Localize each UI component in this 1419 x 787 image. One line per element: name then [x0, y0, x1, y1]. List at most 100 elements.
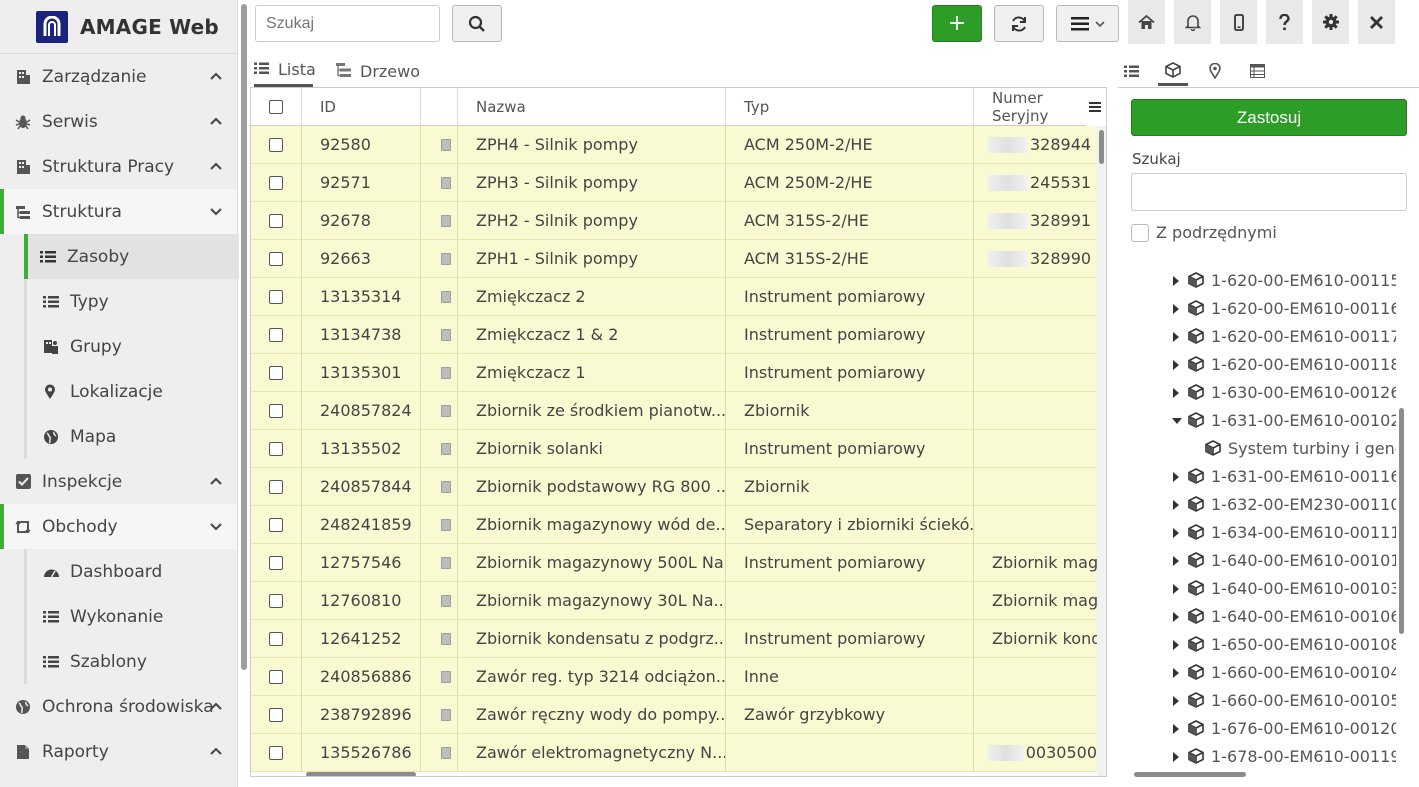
tree-node[interactable]: 1-620-00-EM610-00116 IN	[1120, 295, 1396, 323]
document-icon[interactable]	[441, 556, 451, 569]
table-row[interactable]: 240857844 Zbiornik podstawowy RG 800 ... Z…	[251, 468, 1097, 506]
column-header-id[interactable]: ID	[302, 88, 421, 126]
nav-ochrona-srodowiska[interactable]: Ochrona środowiska	[0, 684, 237, 729]
row-checkbox[interactable]	[269, 289, 283, 304]
tree-node[interactable]: 1-631-00-EM610-00116 K	[1120, 463, 1396, 491]
caret-right-icon[interactable]	[1173, 556, 1179, 566]
caret-right-icon[interactable]	[1173, 668, 1179, 678]
row-checkbox[interactable]	[269, 669, 283, 684]
document-icon[interactable]	[441, 328, 451, 341]
caret-right-icon[interactable]	[1173, 724, 1179, 734]
panel-tab-table[interactable]	[1242, 56, 1272, 86]
tree-node[interactable]: 1-631-00-EM610-00102 T	[1120, 407, 1396, 435]
panel-tab-locations[interactable]	[1200, 56, 1230, 86]
include-children-checkbox[interactable]: Z podrzędnymi	[1131, 223, 1277, 242]
tree-node[interactable]: 1-640-00-EM610-00101 K	[1120, 547, 1396, 575]
caret-right-icon[interactable]	[1173, 472, 1179, 482]
search-input[interactable]	[255, 5, 440, 42]
panel-tab-list[interactable]	[1116, 56, 1146, 86]
table-row[interactable]: 12641252 Zbiornik kondensatu z podgrz... I…	[251, 620, 1097, 658]
tree-node[interactable]: 1-620-00-EM610-00115 P	[1120, 267, 1396, 295]
sidebar-item-lokalizacje[interactable]: Lokalizacje	[27, 369, 237, 414]
caret-down-icon[interactable]	[1172, 418, 1182, 424]
sidebar-item-mapa[interactable]: Mapa	[27, 414, 237, 459]
nav-struktura-pracy[interactable]: Struktura Pracy	[0, 144, 237, 189]
document-icon[interactable]	[441, 518, 451, 531]
row-checkbox[interactable]	[269, 555, 283, 570]
sidebar-item-szablony[interactable]: Szablony	[27, 639, 237, 684]
table-row[interactable]: 248241859 Zbiornik magazynowy wód de... Se…	[251, 506, 1097, 544]
caret-right-icon[interactable]	[1173, 304, 1179, 314]
document-icon[interactable]	[441, 708, 451, 721]
table-row[interactable]: 240856886 Zawór reg. typ 3214 odciążon...…	[251, 658, 1097, 696]
tab-drzewo[interactable]: Drzewo	[336, 55, 420, 87]
table-row[interactable]: 238792896 Zawór ręczny wody do pompy... Za…	[251, 696, 1097, 734]
sidebar-item-zasoby[interactable]: Zasoby	[24, 234, 239, 279]
table-vertical-scrollbar[interactable]	[1097, 126, 1106, 776]
row-checkbox[interactable]	[269, 327, 283, 342]
settings-button[interactable]	[1312, 0, 1349, 44]
row-checkbox[interactable]	[269, 479, 283, 494]
document-icon[interactable]	[441, 442, 451, 455]
column-header-nazwa[interactable]: Nazwa	[458, 88, 726, 126]
document-icon[interactable]	[441, 252, 451, 265]
caret-right-icon[interactable]	[1173, 388, 1179, 398]
table-row[interactable]: 135526786 Zawór elektromagnetyczny N... 00…	[251, 734, 1097, 772]
sidebar-scrollbar[interactable]	[241, 4, 247, 670]
row-checkbox[interactable]	[269, 365, 283, 380]
checkbox[interactable]	[1131, 223, 1149, 242]
tree-vertical-scrollbar[interactable]	[1399, 408, 1404, 634]
row-checkbox[interactable]	[269, 593, 283, 608]
caret-right-icon[interactable]	[1173, 640, 1179, 650]
tree-node[interactable]: 1-650-00-EM610-00108 W	[1120, 631, 1396, 659]
close-button[interactable]	[1358, 0, 1395, 44]
add-button[interactable]: +	[932, 5, 982, 42]
tree-node[interactable]: 1-620-00-EM610-00117 IN	[1120, 323, 1396, 351]
tree-node[interactable]: 1-632-00-EM230-00110 C	[1120, 491, 1396, 519]
document-icon[interactable]	[441, 746, 451, 759]
column-header-numer-seryjny[interactable]: Numer Seryjny	[974, 88, 1097, 126]
select-all-cell[interactable]	[251, 88, 302, 126]
tree-node[interactable]: 1-640-00-EM610-00106 W	[1120, 603, 1396, 631]
sidebar-item-wykonanie[interactable]: Wykonanie	[27, 594, 237, 639]
row-checkbox[interactable]	[269, 213, 283, 228]
column-menu-button[interactable]	[1086, 88, 1106, 126]
tree-node[interactable]: 1-660-00-EM610-00104 S	[1120, 659, 1396, 687]
nav-zarzadzanie[interactable]: Zarządzanie	[0, 54, 237, 99]
nav-obchody[interactable]: Obchody	[0, 504, 237, 549]
document-icon[interactable]	[441, 480, 451, 493]
row-checkbox[interactable]	[269, 251, 283, 266]
tree-node[interactable]: 1-660-00-EM610-00105 T	[1120, 687, 1396, 715]
caret-right-icon[interactable]	[1173, 752, 1179, 762]
nav-struktura[interactable]: Struktura	[0, 189, 237, 234]
document-icon[interactable]	[441, 290, 451, 303]
table-row[interactable]: 12757546 Zbiornik magazynowy 500L Na... In…	[251, 544, 1097, 582]
tree-node[interactable]: System turbiny i genera	[1120, 435, 1396, 463]
table-row[interactable]: 13135502 Zbiornik solanki Instrument pomia…	[251, 430, 1097, 468]
tree-node[interactable]: 1-630-00-EM610-00126 P	[1120, 379, 1396, 407]
document-icon[interactable]	[441, 670, 451, 683]
document-icon[interactable]	[441, 594, 451, 607]
sidebar-item-grupy[interactable]: Grupy	[27, 324, 237, 369]
sidebar-item-typy[interactable]: Typy	[27, 279, 237, 324]
document-icon[interactable]	[441, 366, 451, 379]
notifications-button[interactable]	[1174, 0, 1211, 44]
home-button[interactable]	[1128, 0, 1165, 44]
nav-serwis[interactable]: Serwis	[0, 99, 237, 144]
document-icon[interactable]	[441, 404, 451, 417]
row-checkbox[interactable]	[269, 707, 283, 722]
tree-horizontal-scrollbar[interactable]	[1134, 772, 1246, 777]
caret-right-icon[interactable]	[1173, 500, 1179, 510]
caret-right-icon[interactable]	[1173, 584, 1179, 594]
nav-inspekcje[interactable]: Inspekcje	[0, 459, 237, 504]
tree-node[interactable]: 1-634-00-EM610-00111 W	[1120, 519, 1396, 547]
table-row[interactable]: 92678 ZPH2 - Silnik pompy ACM 315S-2/HE 328…	[251, 202, 1097, 240]
sidebar-item-dashboard[interactable]: Dashboard	[27, 549, 237, 594]
tab-lista[interactable]: Lista	[254, 55, 316, 87]
scroll-thumb[interactable]	[306, 772, 416, 776]
brand[interactable]: AMAGE Web	[0, 0, 237, 54]
document-icon[interactable]	[441, 176, 451, 189]
row-checkbox[interactable]	[269, 441, 283, 456]
tree-node[interactable]: 1-620-00-EM610-00118 P	[1120, 351, 1396, 379]
tree-node[interactable]: 1-678-00-EM610-00119 S	[1120, 743, 1396, 767]
